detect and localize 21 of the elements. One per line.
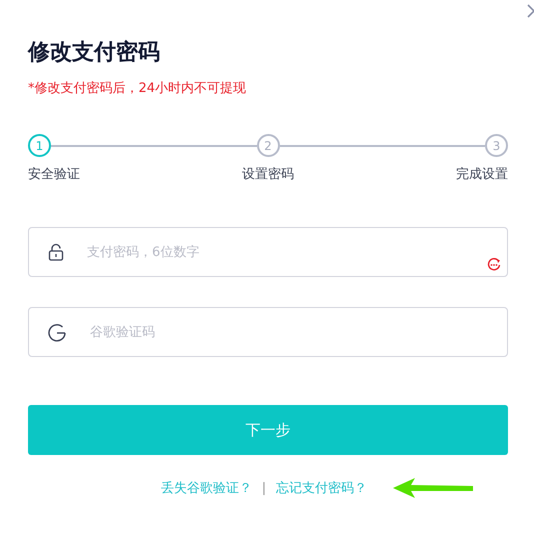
input-field[interactable]: 支付密码，6位数字 xyxy=(28,227,508,277)
link[interactable]: 忘记支付密码？ xyxy=(276,479,368,497)
google-icon xyxy=(48,322,67,342)
input-field[interactable]: 谷歌验证码 xyxy=(28,307,508,357)
step-label: 完成设置 xyxy=(456,166,508,183)
step-circle: 3 xyxy=(485,134,508,157)
padlock-icon xyxy=(48,243,64,261)
text-input[interactable]: 谷歌验证码 xyxy=(88,324,507,340)
text-input[interactable]: 支付密码，6位数字 xyxy=(85,244,507,260)
next-button[interactable]: 下一步 xyxy=(28,405,508,455)
arrow-icon xyxy=(391,477,476,499)
step-circle: 1 xyxy=(28,134,51,157)
link[interactable]: 丢失谷歌验证？ xyxy=(160,479,252,497)
close-icon[interactable] xyxy=(527,4,534,18)
step-circle: 2 xyxy=(256,134,280,157)
warning-text: *修改支付密码后，24小时内不可提现 xyxy=(28,80,248,98)
dialog-title: 修改支付密码 xyxy=(28,38,161,67)
step-label: 安全验证 xyxy=(28,166,80,183)
separator: | xyxy=(262,480,266,496)
step-label: 设置密码 xyxy=(242,166,294,183)
password-manager-icon[interactable] xyxy=(487,257,501,271)
